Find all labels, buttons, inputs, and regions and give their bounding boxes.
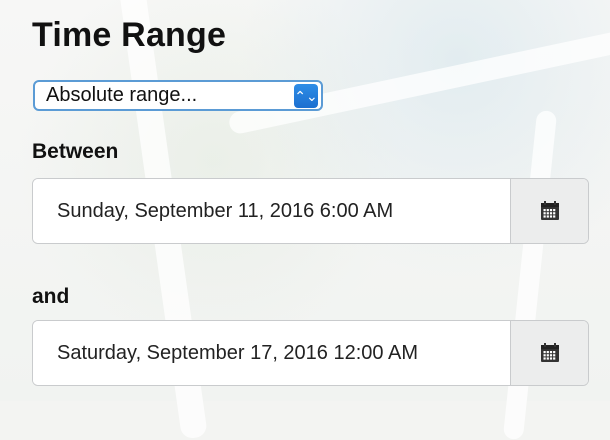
start-date-group — [32, 178, 589, 244]
end-date-group — [32, 320, 589, 386]
end-calendar-button[interactable] — [510, 321, 588, 385]
and-label: and — [32, 285, 70, 308]
panel-title: Time Range — [32, 16, 227, 54]
time-range-select[interactable]: Absolute range... ⌃⌄ — [33, 80, 323, 111]
calendar-icon — [538, 341, 562, 365]
time-range-panel: Time Range Absolute range... ⌃⌄ Between — [0, 0, 610, 401]
end-date-input[interactable] — [33, 321, 510, 385]
calendar-icon — [538, 199, 562, 223]
start-date-input[interactable] — [33, 179, 510, 243]
select-arrows-icon[interactable]: ⌃⌄ — [294, 83, 318, 108]
time-range-select-value: Absolute range... — [46, 84, 198, 106]
between-label: Between — [32, 140, 119, 163]
start-calendar-button[interactable] — [510, 179, 588, 243]
